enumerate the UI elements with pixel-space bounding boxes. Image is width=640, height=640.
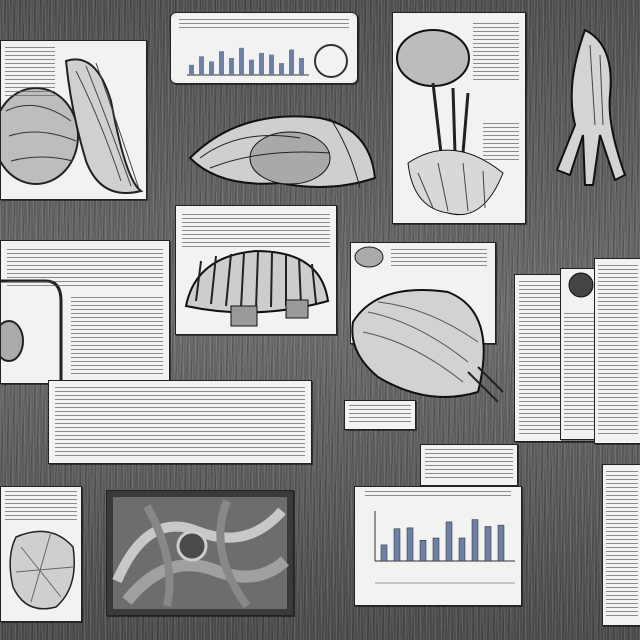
bar (419, 540, 427, 562)
bar (484, 526, 492, 562)
anatomy-plate (392, 12, 526, 224)
bar (497, 524, 505, 562)
middle-left-sheet (0, 240, 170, 384)
bar (432, 537, 440, 562)
right-text-sheet-3 (594, 258, 640, 444)
squid-figure (545, 25, 635, 195)
mini-bar (199, 56, 204, 75)
fossil-sheet (175, 205, 337, 335)
mini-bar (189, 64, 194, 75)
mini-bar (269, 54, 274, 75)
bottom-right-sheet (602, 464, 640, 626)
bar-chart (374, 511, 515, 584)
bar (406, 527, 414, 562)
bar (393, 528, 401, 562)
mini-bar (219, 51, 224, 75)
mini-bar (299, 58, 304, 75)
organ-drawing-center (180, 98, 380, 198)
bar (458, 537, 466, 562)
mini-bar (209, 61, 214, 75)
mini-bar (289, 49, 294, 75)
long-text-strip (48, 380, 312, 464)
bar (445, 521, 453, 562)
mini-bar (249, 59, 254, 75)
mini-bar (259, 52, 264, 75)
shell-drawing (348, 282, 508, 412)
small-note-2 (420, 444, 518, 486)
mini-chart (187, 44, 348, 78)
bar (471, 519, 479, 562)
creature-photo (106, 490, 294, 616)
map-sheet (0, 486, 82, 622)
mini-chart-card (170, 12, 358, 84)
bar (380, 544, 388, 562)
bar-chart-card (354, 486, 522, 606)
small-note-1 (344, 400, 416, 430)
mini-bar (279, 63, 284, 75)
mini-bar (239, 47, 244, 75)
mini-bar (229, 58, 234, 75)
top-left-sheet (0, 40, 147, 200)
